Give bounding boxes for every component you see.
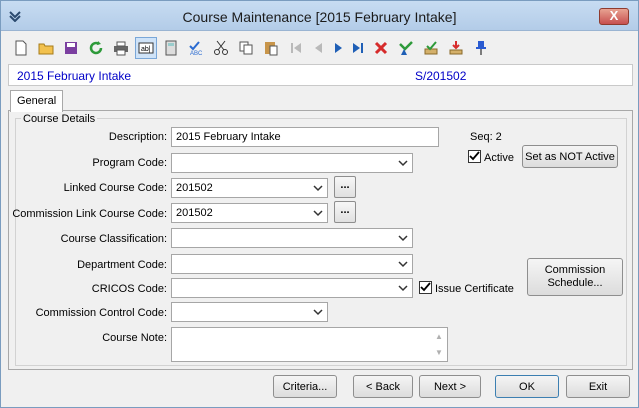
commission-link-lookup-button[interactable]: ...	[334, 201, 356, 223]
exit-button[interactable]: Exit	[566, 375, 630, 398]
commission-control-select[interactable]	[171, 302, 328, 322]
active-label: Active	[484, 152, 514, 164]
toolbar: ab| ABC	[1, 32, 638, 62]
course-note-label: Course Note:	[102, 332, 167, 344]
criteria-button[interactable]: Criteria...	[273, 375, 337, 398]
filter-icon[interactable]	[395, 37, 417, 59]
scroll-up-icon[interactable]: ▲	[435, 332, 443, 341]
print-icon[interactable]	[110, 37, 132, 59]
commission-link-label: Commission Link Course Code:	[12, 208, 167, 220]
previous-record-icon[interactable]	[307, 37, 329, 59]
description-label: Description:	[108, 131, 167, 143]
first-record-icon[interactable]	[285, 37, 307, 59]
commission-schedule-line2: Schedule...	[547, 277, 603, 289]
course-maintenance-window: Course Maintenance [2015 February Intake…	[0, 0, 639, 408]
close-button[interactable]: X	[599, 8, 629, 25]
calculator-icon[interactable]	[160, 37, 182, 59]
issue-certificate-checkbox[interactable]	[419, 281, 432, 294]
svg-text:ABC: ABC	[190, 51, 203, 56]
chevron-down-icon	[313, 309, 323, 316]
last-record-icon[interactable]	[347, 37, 369, 59]
classification-select[interactable]	[171, 228, 413, 248]
svg-text:ab|: ab|	[141, 46, 151, 53]
department-code-label: Department Code:	[77, 259, 167, 271]
open-icon[interactable]	[35, 37, 57, 59]
paste-icon[interactable]	[260, 37, 282, 59]
chevron-down-icon	[398, 261, 408, 268]
note-scrollbar[interactable]: ▲ ▼	[431, 328, 447, 361]
approve-icon[interactable]	[420, 37, 442, 59]
seq-label: Seq: 2	[470, 131, 502, 143]
description-field[interactable]: 2015 February Intake	[171, 127, 439, 147]
linked-course-code-select[interactable]: 201502	[171, 178, 328, 198]
linked-course-lookup-button[interactable]: ...	[334, 176, 356, 198]
record-code: S/201502	[415, 69, 467, 83]
bottom-button-bar: Criteria... < Back Next > OK Exit	[1, 373, 638, 407]
text-field-icon[interactable]: ab|	[135, 37, 157, 59]
issue-certificate-label: Issue Certificate	[435, 283, 514, 295]
chevron-down-icon	[398, 235, 408, 242]
set-not-active-button[interactable]: Set as NOT Active	[522, 145, 618, 168]
spellcheck-icon[interactable]: ABC	[185, 37, 207, 59]
back-button[interactable]: < Back	[353, 375, 413, 398]
cricos-code-select[interactable]	[171, 278, 413, 298]
chevron-down-icon	[313, 185, 323, 192]
commission-schedule-button[interactable]: Commission Schedule...	[527, 258, 623, 296]
new-icon[interactable]	[10, 37, 32, 59]
next-button[interactable]: Next >	[419, 375, 481, 398]
chevron-down-icon	[398, 285, 408, 292]
next-record-icon[interactable]	[327, 37, 349, 59]
linked-course-code-value: 201502	[176, 182, 213, 194]
linked-course-code-label: Linked Course Code:	[63, 182, 167, 194]
chevron-down-icon	[398, 160, 408, 167]
pin-icon[interactable]	[470, 37, 492, 59]
commission-link-select[interactable]: 201502	[171, 203, 328, 223]
copy-icon[interactable]	[235, 37, 257, 59]
course-details-label: Course Details	[21, 113, 98, 125]
classification-label: Course Classification:	[60, 233, 167, 245]
download-icon[interactable]	[445, 37, 467, 59]
commission-control-label: Commission Control Code:	[35, 307, 167, 319]
program-code-select[interactable]	[171, 153, 413, 173]
refresh-icon[interactable]	[85, 37, 107, 59]
cut-icon[interactable]	[210, 37, 232, 59]
save-icon[interactable]	[60, 37, 82, 59]
check-icon	[469, 151, 480, 161]
scroll-down-icon[interactable]: ▼	[435, 348, 443, 357]
chevron-down-icon	[313, 210, 323, 217]
commission-schedule-line1: Commission	[544, 264, 606, 276]
cricos-code-label: CRICOS Code:	[91, 283, 167, 295]
tab-general[interactable]: General	[10, 90, 63, 112]
ok-button[interactable]: OK	[495, 375, 559, 398]
record-info-bar: 2015 February Intake S/201502	[8, 64, 633, 86]
window-title: Course Maintenance [2015 February Intake…	[182, 9, 457, 25]
check-icon	[420, 282, 431, 292]
active-checkbox[interactable]	[468, 150, 481, 163]
record-name: 2015 February Intake	[17, 69, 132, 83]
delete-icon[interactable]	[370, 37, 392, 59]
program-code-label: Program Code:	[92, 157, 167, 169]
course-note-textarea[interactable]: ▲ ▼	[171, 327, 448, 362]
commission-link-value: 201502	[176, 207, 213, 219]
title-bar: Course Maintenance [2015 February Intake…	[1, 1, 638, 31]
department-code-select[interactable]	[171, 254, 413, 274]
